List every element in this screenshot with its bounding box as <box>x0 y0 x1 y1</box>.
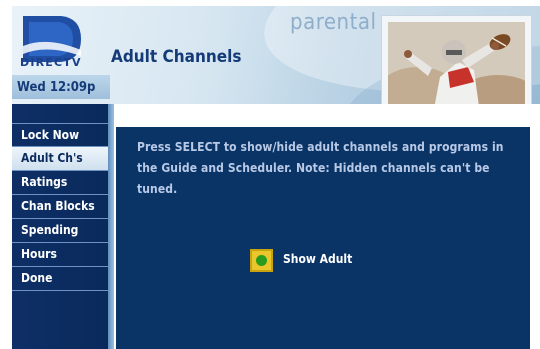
date-time: Wed 12:09p <box>17 80 96 95</box>
show-adult-label: Show Adult <box>283 252 353 266</box>
menu-item-spending[interactable]: Spending <box>12 219 108 243</box>
menu-item-chan-blocks[interactable]: Chan Blocks <box>12 195 108 219</box>
menu-item-adult-channels[interactable]: Adult Ch's <box>12 147 108 171</box>
menu-item-hours[interactable]: Hours <box>12 243 108 267</box>
section-heading: parental <box>290 10 377 35</box>
directv-parental-screen: DIRECTV parental Adult Channels Wed 12:0… <box>0 0 540 349</box>
toggle-on-indicator-icon <box>256 255 267 266</box>
show-adult-toggle[interactable] <box>250 249 273 272</box>
menu-item-done[interactable]: Done <box>12 267 108 291</box>
page-title: Adult Channels <box>111 47 242 67</box>
menu-item-lock-now[interactable]: Lock Now <box>12 123 108 147</box>
football-player-photo <box>388 22 525 113</box>
football-player-illustration <box>388 22 525 113</box>
brand-wordmark: DIRECTV <box>20 56 82 69</box>
instructions-text: Press SELECT to show/hide adult channels… <box>137 140 504 196</box>
menu-item-ratings[interactable]: Ratings <box>12 171 108 195</box>
parental-menu: Lock Now Adult Ch's Ratings Chan Blocks … <box>12 123 108 291</box>
